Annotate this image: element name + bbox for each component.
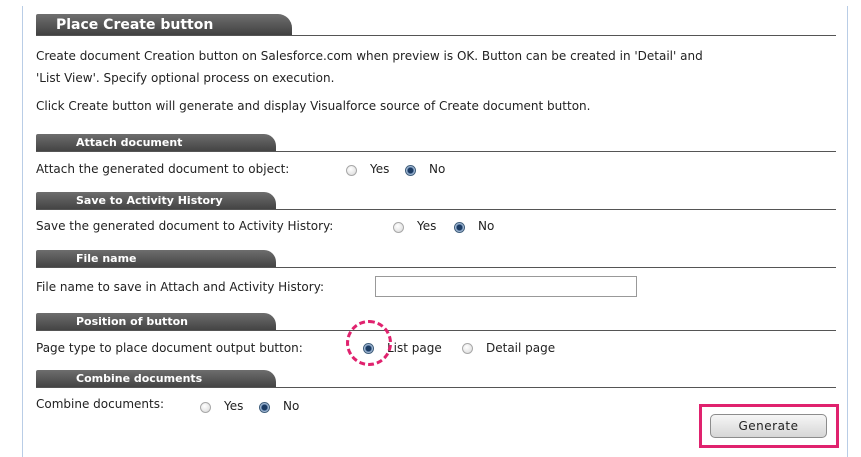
section-divider	[36, 209, 836, 210]
attach-document-label: Attach the generated document to object:	[36, 162, 290, 176]
attach-yes-label: Yes	[370, 162, 390, 176]
combine-documents-label: Combine documents:	[36, 397, 165, 411]
section-header-combine-documents: Combine documents	[36, 370, 276, 387]
highlight-circle	[346, 320, 392, 366]
attach-yes-radio[interactable]	[346, 165, 357, 176]
page-title: Place Create button	[36, 14, 292, 36]
intro-text-line-2: 'List View'. Specify optional process on…	[36, 71, 335, 85]
section-divider	[36, 151, 836, 152]
intro-text-line-3: Click Create button will generate and di…	[36, 99, 591, 113]
save-history-yes-label: Yes	[417, 219, 437, 233]
generate-button[interactable]: Generate	[710, 414, 827, 438]
section-divider	[36, 387, 836, 388]
section-header-attach-document: Attach document	[36, 134, 276, 151]
section-divider	[36, 267, 836, 268]
file-name-label: File name to save in Attach and Activity…	[36, 280, 324, 294]
save-history-label: Save the generated document to Activity …	[36, 219, 334, 233]
attach-no-label: No	[429, 162, 446, 176]
combine-no-radio[interactable]	[259, 402, 270, 413]
section-header-save-to-activity-history: Save to Activity History	[36, 192, 276, 209]
section-divider	[36, 330, 836, 331]
list-page-label: List page	[387, 341, 442, 355]
intro-text-line-1: Create document Creation button on Sales…	[36, 49, 703, 63]
save-history-yes-radio[interactable]	[393, 222, 404, 233]
section-header-file-name: File name	[36, 250, 276, 267]
save-history-no-label: No	[478, 219, 495, 233]
section-header-position-of-button: Position of button	[36, 313, 276, 330]
detail-page-radio[interactable]	[462, 343, 473, 354]
title-divider	[36, 35, 836, 36]
position-label: Page type to place document output butto…	[36, 341, 303, 355]
file-name-input[interactable]	[375, 276, 637, 297]
combine-yes-radio[interactable]	[200, 402, 211, 413]
combine-no-label: No	[283, 399, 300, 413]
detail-page-label: Detail page	[486, 341, 556, 355]
save-history-no-radio[interactable]	[454, 222, 465, 233]
attach-no-radio[interactable]	[405, 165, 416, 176]
combine-yes-label: Yes	[224, 399, 244, 413]
